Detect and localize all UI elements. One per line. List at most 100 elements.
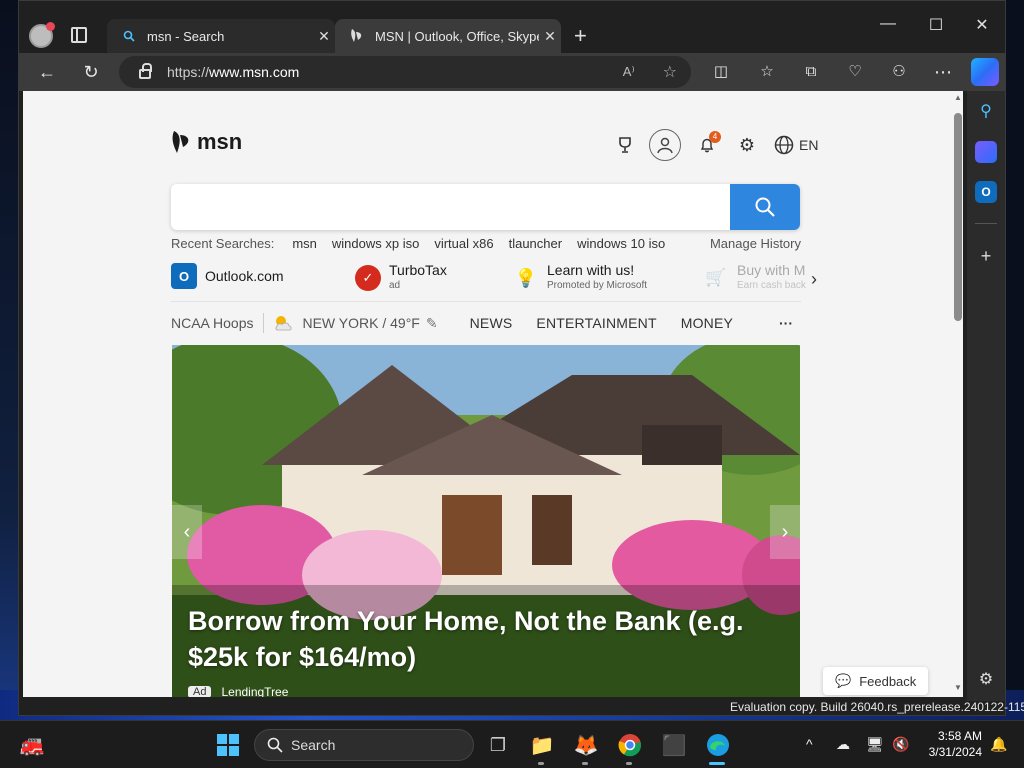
extensions-icon[interactable]: ⚇ <box>887 60 911 84</box>
msn-logo[interactable]: msn <box>171 129 242 155</box>
close-tab-icon[interactable]: ✕ <box>539 28 561 45</box>
recent-searches: Recent Searches: msn windows xp iso virt… <box>171 236 801 251</box>
split-screen-icon[interactable]: ◫ <box>709 60 733 84</box>
account-avatar[interactable] <box>649 129 681 161</box>
hero-headline[interactable]: Borrow from Your Home, Not the Bank (e.g… <box>188 603 768 675</box>
recent-search-item[interactable]: msn <box>292 236 317 251</box>
maximize-button[interactable]: ☐ <box>913 15 959 35</box>
quick-links: O Outlook.com ✓ TurboTax ad 💡 Learn with … <box>171 261 821 299</box>
divider <box>171 301 801 302</box>
page-scrollbar[interactable]: ▲ ▼ <box>951 91 963 697</box>
recent-search-item[interactable]: tlauncher <box>509 236 562 251</box>
msn-butterfly-icon <box>349 28 365 44</box>
browser-toolbar: ← ↻ https://www.msn.com A⁾ ☆ ◫ ☆ ⧉ ♡ ⚇ ⋯ <box>19 53 1005 91</box>
recent-search-item[interactable]: windows xp iso <box>332 236 419 251</box>
add-sidebar-app-icon[interactable]: + <box>975 245 997 267</box>
start-button[interactable] <box>214 731 242 759</box>
copilot-sidebar-icon[interactable] <box>975 141 997 163</box>
copilot-icon[interactable] <box>971 58 999 86</box>
show-hidden-icons-chevron-up-icon[interactable]: ^ <box>806 736 813 752</box>
nav-news[interactable]: NEWS <box>470 315 513 331</box>
file-explorer-icon[interactable]: 📁 <box>528 731 556 759</box>
clock-date: 3/31/2024 <box>928 745 982 759</box>
chrome-icon[interactable] <box>616 731 644 759</box>
recent-search-item[interactable]: virtual x86 <box>434 236 493 251</box>
browser-window: msn - Search ✕ MSN | Outlook, Office, Sk… <box>18 0 1006 716</box>
quicklink-turbotax[interactable]: ✓ TurboTax ad <box>355 263 447 293</box>
network-icon[interactable]: 🖥 <box>866 736 884 753</box>
quicklink-subtitle: ad <box>389 280 401 291</box>
nav-separator <box>263 313 265 333</box>
carousel-prev-button[interactable]: ‹ <box>172 505 202 559</box>
globe-icon[interactable] <box>771 129 797 161</box>
refresh-button[interactable]: ↻ <box>79 60 103 84</box>
chevron-right-icon[interactable]: › <box>811 269 817 290</box>
edge-sidebar: ⚲ O + ⚙ <box>967 91 1005 701</box>
recent-search-item[interactable]: windows 10 iso <box>577 236 665 251</box>
new-tab-button[interactable]: + <box>574 23 587 49</box>
onedrive-cloud-icon[interactable]: ☁ <box>836 736 850 753</box>
minecraft-icon[interactable]: ⬛ <box>660 731 688 759</box>
scrollbar-thumb[interactable] <box>954 113 962 321</box>
running-indicator <box>582 762 588 765</box>
manage-history-link[interactable]: Manage History <box>710 236 801 251</box>
more-menu-icon[interactable]: ⋯ <box>931 60 955 84</box>
category-nav: NCAA Hoops NEW YORK / 49°F ✎ NEWS ENTERT… <box>171 313 801 333</box>
widgets-icon[interactable]: 🚒 <box>18 731 46 759</box>
firefox-icon[interactable]: 🦊 <box>572 731 600 759</box>
tab-msn-home[interactable]: MSN | Outlook, Office, Skype, B ✕ <box>335 19 561 53</box>
quicklink-buy[interactable]: 🛒 Buy with M Earn cash back <box>703 263 806 293</box>
feedback-label: Feedback <box>859 673 917 689</box>
nav-entertainment[interactable]: ENTERTAINMENT <box>536 315 656 331</box>
lightbulb-icon: 💡 <box>514 267 538 288</box>
nav-money[interactable]: MONEY <box>681 315 733 331</box>
edit-pencil-icon[interactable]: ✎ <box>426 315 438 332</box>
msn-butterfly-icon <box>172 131 189 153</box>
browser-essentials-icon[interactable]: ♡ <box>843 60 867 84</box>
nav-ncaa-hoops[interactable]: NCAA Hoops <box>171 315 253 331</box>
hero-card[interactable]: ‹ › Borrow from Your Home, Not the Bank … <box>172 345 800 697</box>
quicklink-outlook[interactable]: O Outlook.com <box>171 263 284 289</box>
task-view-icon[interactable]: ❐ <box>484 731 512 759</box>
profile-avatar[interactable] <box>29 22 55 48</box>
clock-time: 3:58 AM <box>937 729 982 743</box>
outlook-icon[interactable]: O <box>975 181 997 203</box>
favorites-icon[interactable]: ☆ <box>755 60 779 84</box>
read-aloud-icon[interactable]: A⁾ <box>623 64 635 80</box>
quicklink-title: Learn with us! <box>547 262 635 278</box>
tab-title: MSN | Outlook, Office, Skype, B <box>375 28 539 44</box>
nav-more-button[interactable]: ··· <box>779 315 793 331</box>
lock-icon <box>139 63 152 79</box>
collections-icon[interactable]: ⧉ <box>799 60 823 84</box>
search-input[interactable] <box>171 184 730 230</box>
tab-actions-icon[interactable] <box>71 27 87 43</box>
edge-icon[interactable] <box>704 731 732 759</box>
address-bar[interactable]: https://www.msn.com A⁾ ☆ <box>119 56 691 88</box>
notification-bell-icon[interactable]: 🔔 <box>990 736 1007 753</box>
volume-muted-icon[interactable]: 🔇 <box>892 736 909 753</box>
tab-msn-search[interactable]: msn - Search ✕ <box>107 19 335 53</box>
desktop-wallpaper-left <box>0 0 18 728</box>
system-clock[interactable]: 3:58 AM 3/31/2024 <box>920 728 982 760</box>
notification-bell-icon[interactable]: 4 <box>691 129 723 161</box>
carousel-next-button[interactable]: › <box>770 505 800 559</box>
weather-widget[interactable]: NEW YORK / 49°F ✎ <box>272 313 438 333</box>
language-selector[interactable]: EN <box>799 137 818 153</box>
feedback-button[interactable]: 💬 Feedback <box>823 667 929 695</box>
search-button[interactable] <box>730 184 800 230</box>
settings-gear-icon[interactable]: ⚙ <box>731 129 763 161</box>
quicklink-subtitle: Promoted by Microsoft <box>547 280 648 291</box>
search-icon <box>755 197 775 217</box>
close-window-button[interactable]: ✕ <box>959 15 1005 35</box>
back-button[interactable]: ← <box>35 60 59 84</box>
tab-strip: msn - Search ✕ MSN | Outlook, Office, Sk… <box>19 1 1005 53</box>
windows-logo-icon <box>217 734 239 756</box>
trophy-icon[interactable] <box>609 129 641 161</box>
favorite-star-icon[interactable]: ☆ <box>663 62 677 82</box>
quicklink-learn[interactable]: 💡 Learn with us! Promoted by Microsoft <box>513 263 647 293</box>
minimize-button[interactable]: — <box>865 15 911 33</box>
close-tab-icon[interactable]: ✕ <box>313 28 335 45</box>
taskbar-search[interactable]: Search <box>254 729 474 761</box>
search-icon[interactable]: ⚲ <box>975 101 997 123</box>
sidebar-settings-icon[interactable]: ⚙ <box>975 669 997 691</box>
